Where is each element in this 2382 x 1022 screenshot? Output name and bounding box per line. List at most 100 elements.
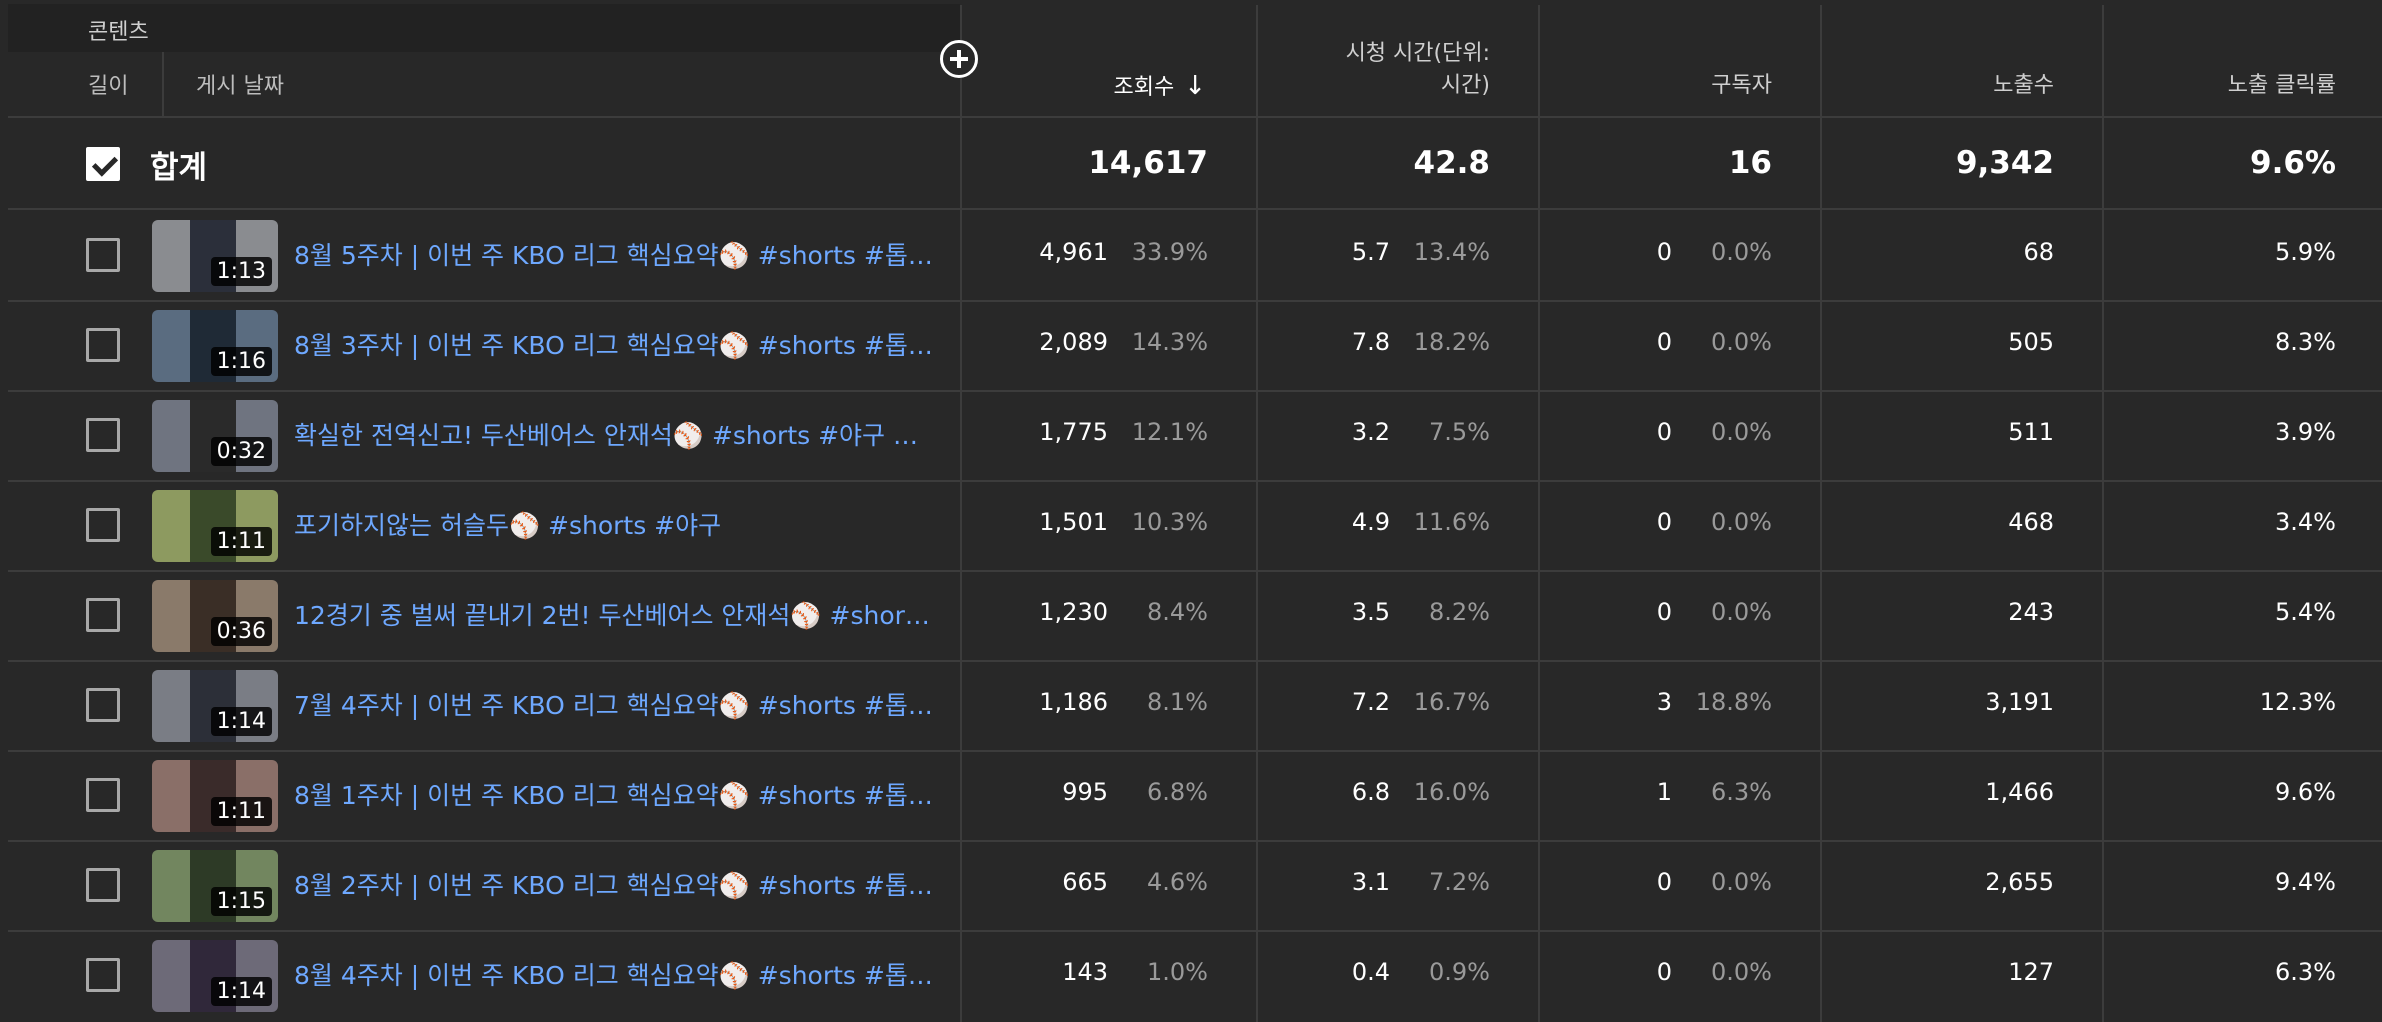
- video-thumbnail[interactable]: 1:11: [152, 760, 278, 832]
- views-percent: 8.1%: [1147, 688, 1208, 716]
- views-percent: 4.6%: [1147, 868, 1208, 896]
- impressions-value: 3,191: [1985, 688, 2054, 716]
- video-thumbnail[interactable]: 0:32: [152, 400, 278, 472]
- video-thumbnail[interactable]: 1:13: [152, 220, 278, 292]
- video-title-link[interactable]: 확실한 전역신고! 두산베어스 안재석⚾ #shorts #야구 #극장골: [294, 416, 934, 452]
- video-thumbnail[interactable]: 0:36: [152, 580, 278, 652]
- table-row[interactable]: 0:36 12경기 중 벌써 끝내기 2번! 두산베어스 안재석⚾ #shorts…: [0, 570, 2382, 660]
- video-title-link[interactable]: 8월 2주차 | 이번 주 KBO 리그 핵심요약⚾ #shorts #톱랭킹: [294, 866, 934, 902]
- impressions-value: 511: [2008, 418, 2054, 446]
- video-title-link[interactable]: 12경기 중 벌써 끝내기 2번! 두산베어스 안재석⚾ #shorts #야구: [294, 596, 934, 632]
- video-title-link[interactable]: 8월 4주차 | 이번 주 KBO 리그 핵심요약⚾ #shorts #톱랭킹: [294, 956, 934, 992]
- ctr-column-header[interactable]: 노출 클릭률: [2134, 70, 2336, 102]
- ctr-value: 9.4%: [2275, 868, 2336, 896]
- row-checkbox[interactable]: [86, 778, 120, 812]
- table-row[interactable]: 1:11 8월 1주차 | 이번 주 KBO 리그 핵심요약⚾ #shorts #…: [0, 750, 2382, 840]
- subscribers-percent: 0.0%: [1711, 328, 1772, 356]
- views-column-header[interactable]: 조회수 ↓: [1000, 70, 1206, 104]
- length-column-header[interactable]: 길이: [88, 68, 128, 100]
- total-label: 합계: [150, 150, 208, 186]
- add-column-button[interactable]: [940, 40, 978, 78]
- subscribers-value: 1: [1656, 778, 1672, 806]
- views-value: 4,961: [1039, 238, 1108, 266]
- duration-badge: 1:11: [210, 527, 272, 556]
- views-percent: 12.1%: [1131, 418, 1208, 446]
- content-header-bar: 콘텐츠: [8, 4, 960, 52]
- video-title-link[interactable]: 8월 3주차 | 이번 주 KBO 리그 핵심요약⚾ #shorts #톱랭킹: [294, 326, 934, 362]
- table-row[interactable]: 1:14 8월 4주차 | 이번 주 KBO 리그 핵심요약⚾ #shorts #…: [0, 930, 2382, 1020]
- row-checkbox[interactable]: [86, 508, 120, 542]
- subscribers-percent: 6.3%: [1711, 778, 1772, 806]
- table-row[interactable]: 1:16 8월 3주차 | 이번 주 KBO 리그 핵심요약⚾ #shorts #…: [0, 300, 2382, 390]
- subscribers-percent: 0.0%: [1711, 508, 1772, 536]
- subscribers-column-header[interactable]: 구독자: [1570, 70, 1772, 102]
- table-row[interactable]: 1:13 8월 5주차 | 이번 주 KBO 리그 핵심요약⚾ #shorts #…: [0, 210, 2382, 300]
- video-thumbnail[interactable]: 1:14: [152, 940, 278, 1012]
- subscribers-percent: 0.0%: [1711, 238, 1772, 266]
- impressions-value: 2,655: [1985, 868, 2054, 896]
- video-thumbnail[interactable]: 1:16: [152, 310, 278, 382]
- subscribers-value: 0: [1656, 418, 1672, 446]
- subscribers-percent: 0.0%: [1711, 958, 1772, 986]
- ctr-value: 8.3%: [2275, 328, 2336, 356]
- ctr-value: 3.4%: [2275, 508, 2336, 536]
- subscribers-percent: 18.8%: [1695, 688, 1772, 716]
- ctr-value: 5.4%: [2275, 598, 2336, 626]
- watch-time-column-header[interactable]: 시청 시간(단위: 시간): [1290, 38, 1490, 102]
- table-row[interactable]: 0:32 확실한 전역신고! 두산베어스 안재석⚾ #shorts #야구 #극장…: [0, 390, 2382, 480]
- impressions-value: 1,466: [1985, 778, 2054, 806]
- table-row[interactable]: 1:15 8월 2주차 | 이번 주 KBO 리그 핵심요약⚾ #shorts #…: [0, 840, 2382, 930]
- views-value: 1,230: [1039, 598, 1108, 626]
- watch-time-percent: 18.2%: [1413, 328, 1490, 356]
- duration-badge: 1:11: [210, 797, 272, 826]
- watch-time-percent: 7.2%: [1429, 868, 1490, 896]
- impressions-value: 505: [2008, 328, 2054, 356]
- row-checkbox[interactable]: [86, 958, 120, 992]
- arrow-down-icon[interactable]: ↓: [1184, 70, 1206, 102]
- views-value: 1,186: [1039, 688, 1108, 716]
- row-checkbox[interactable]: [86, 688, 120, 722]
- views-value: 2,089: [1039, 328, 1108, 356]
- watch-time-value: 3.1: [1351, 868, 1390, 896]
- subscribers-percent: 0.0%: [1711, 868, 1772, 896]
- views-value: 1,775: [1039, 418, 1108, 446]
- table-row[interactable]: 1:11 포기하지않는 허슬두⚾ #shorts #야구 1,501 10.3% 4.9…: [0, 480, 2382, 570]
- ctr-value: 3.9%: [2275, 418, 2336, 446]
- watch-time-value: 6.8: [1351, 778, 1390, 806]
- subscribers-value: 0: [1656, 958, 1672, 986]
- row-checkbox[interactable]: [86, 868, 120, 902]
- total-views: 14,617: [1088, 145, 1208, 181]
- video-title-link[interactable]: 포기하지않는 허슬두⚾ #shorts #야구: [294, 506, 934, 542]
- row-checkbox[interactable]: [86, 598, 120, 632]
- published-column-header[interactable]: 게시 날짜: [196, 68, 284, 100]
- table-row[interactable]: 1:14 7월 4주차 | 이번 주 KBO 리그 핵심요약⚾ #shorts #…: [0, 660, 2382, 750]
- content-column-label: 콘텐츠: [88, 20, 149, 45]
- video-thumbnail[interactable]: 1:14: [152, 670, 278, 742]
- watch-time-percent: 0.9%: [1429, 958, 1490, 986]
- total-watch-time: 42.8: [1413, 145, 1491, 181]
- watch-time-value: 7.2: [1351, 688, 1390, 716]
- row-checkbox[interactable]: [86, 238, 120, 272]
- watch-time-value: 7.8: [1351, 328, 1390, 356]
- video-title-link[interactable]: 8월 1주차 | 이번 주 KBO 리그 핵심요약⚾ #shorts #톱랭킹: [294, 776, 934, 812]
- impressions-column-header[interactable]: 노출수: [1852, 70, 2054, 102]
- duration-badge: 1:13: [210, 257, 272, 286]
- subscribers-value: 0: [1656, 508, 1672, 536]
- video-thumbnail[interactable]: 1:11: [152, 490, 278, 562]
- duration-badge: 1:14: [210, 707, 272, 736]
- row-checkbox[interactable]: [86, 328, 120, 362]
- watch-time-percent: 13.4%: [1413, 238, 1490, 266]
- views-percent: 8.4%: [1147, 598, 1208, 626]
- select-all-checkbox[interactable]: [86, 147, 120, 181]
- video-title-link[interactable]: 8월 5주차 | 이번 주 KBO 리그 핵심요약⚾ #shorts #톱랭킹: [294, 236, 934, 272]
- header-divider-line: [8, 116, 2382, 118]
- total-impressions: 9,342: [1955, 145, 2054, 181]
- duration-badge: 0:36: [210, 617, 272, 646]
- duration-badge: 1:15: [210, 887, 272, 916]
- video-thumbnail[interactable]: 1:15: [152, 850, 278, 922]
- watch-time-percent: 7.5%: [1429, 418, 1490, 446]
- subscribers-value: 0: [1656, 868, 1672, 896]
- video-title-link[interactable]: 7월 4주차 | 이번 주 KBO 리그 핵심요약⚾ #shorts #톱랭킹: [294, 686, 934, 722]
- impressions-value: 468: [2008, 508, 2054, 536]
- row-checkbox[interactable]: [86, 418, 120, 452]
